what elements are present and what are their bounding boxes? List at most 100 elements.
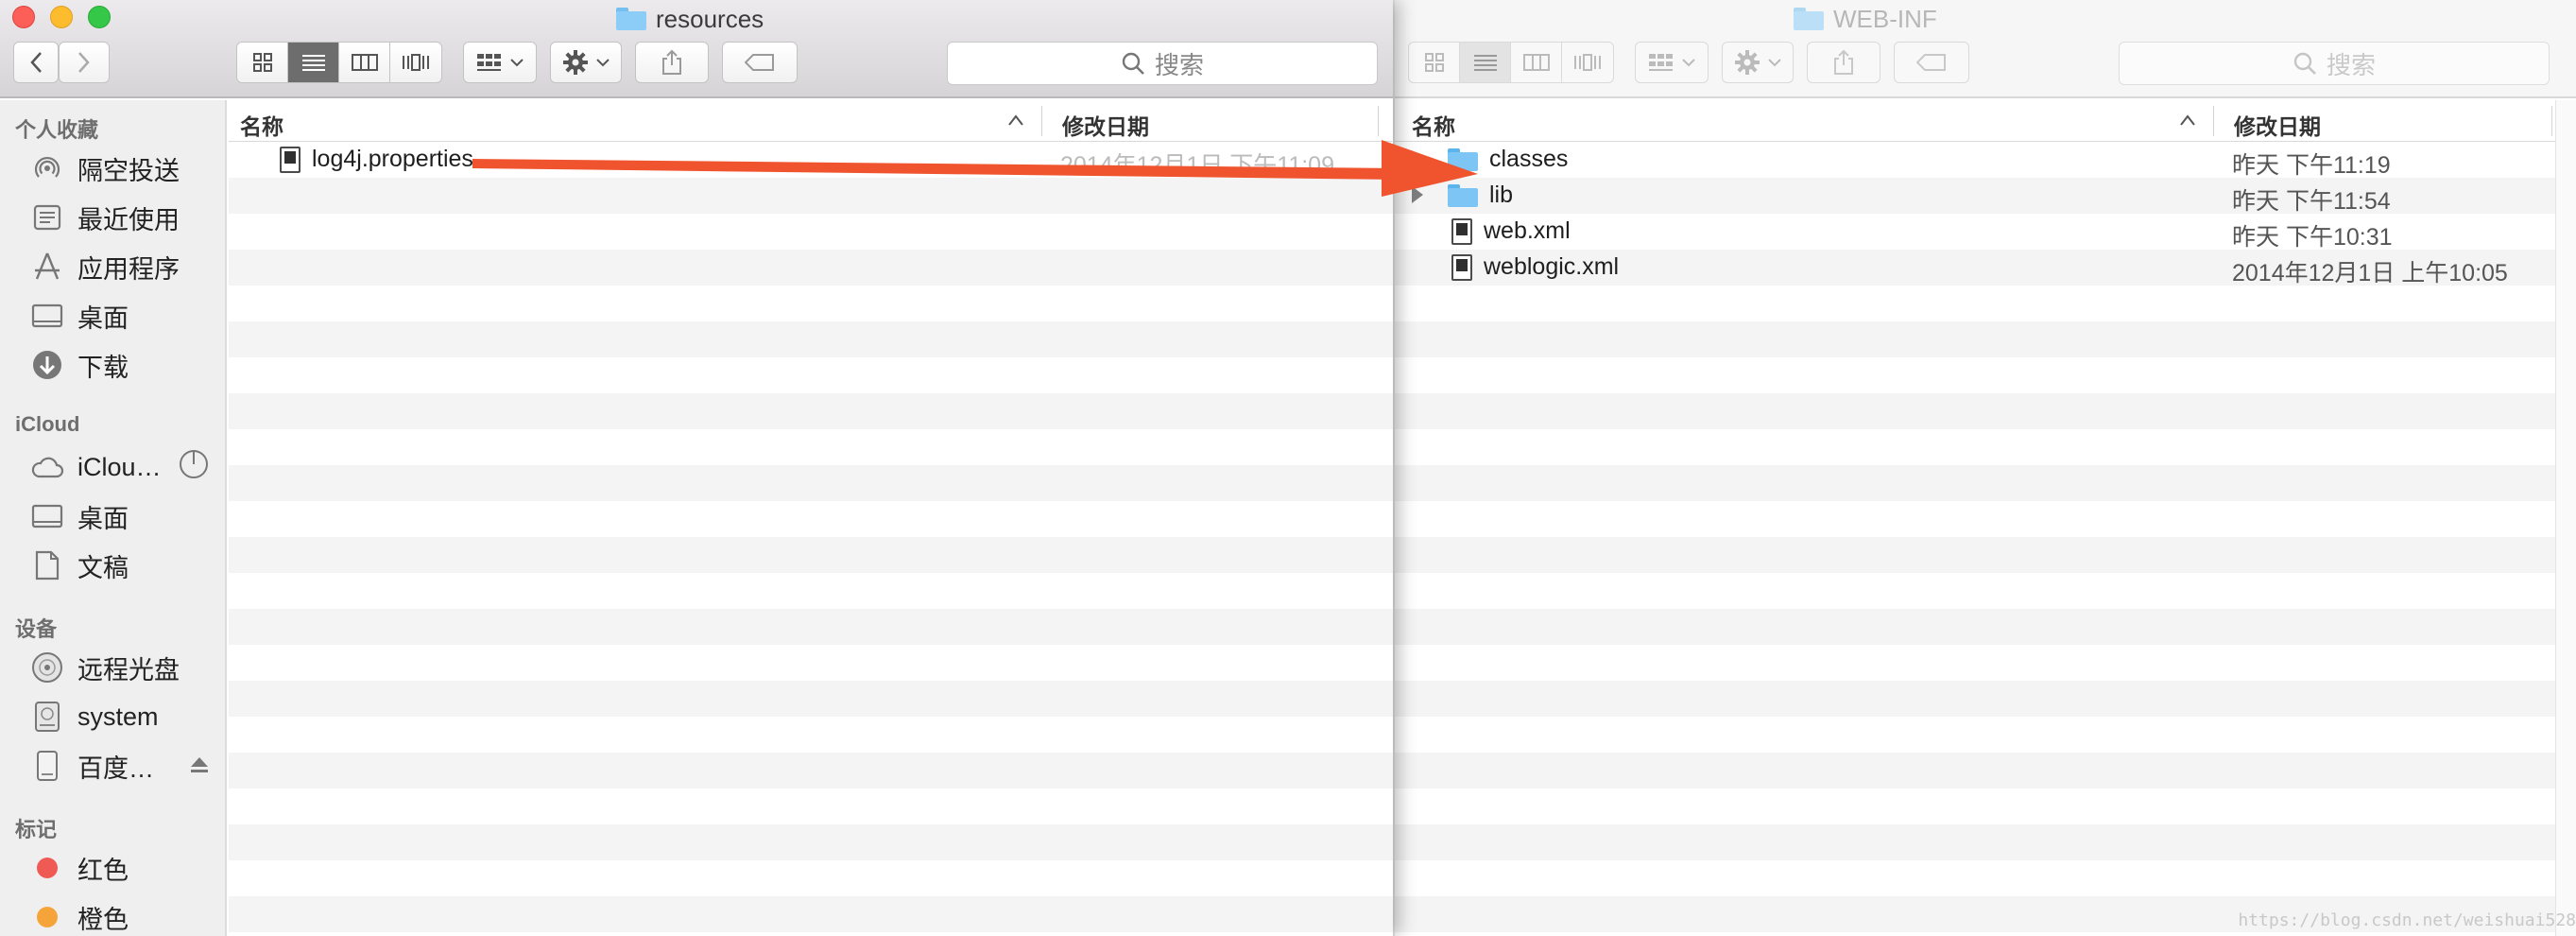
sidebar-item-recents[interactable]: 最近使用 <box>30 197 210 238</box>
sidebar-item-system[interactable]: system <box>30 696 210 737</box>
icloud-icon <box>30 450 64 484</box>
sidebar-item-airdrop[interactable]: 隔空投送 <box>30 147 210 189</box>
file-row[interactable]: weblogic.xml 2014年12月1日 上午10:05 <box>1395 250 2576 286</box>
sidebar-item-icloud-desktop[interactable]: 桌面 <box>30 495 210 537</box>
action-button[interactable] <box>1722 42 1794 83</box>
tags-button[interactable] <box>722 42 798 83</box>
file-name: lib <box>1489 182 1514 208</box>
list-view-button[interactable] <box>1460 43 1511 82</box>
file-rows: classes 昨天 下午11:19 lib 昨天 下午11:54 web.xm… <box>1395 142 2576 936</box>
gallery-view-button[interactable] <box>390 43 441 82</box>
file-row[interactable]: lib 昨天 下午11:54 <box>1395 178 2576 215</box>
sidebar-item-tag-orange[interactable]: 橙色 <box>30 896 210 936</box>
column-divider[interactable] <box>1378 106 1379 136</box>
sidebar-item-label: 最近使用 <box>77 205 180 234</box>
view-mode-segmented-control <box>236 42 442 83</box>
chevron-down-icon <box>510 59 524 67</box>
share-icon <box>662 49 681 75</box>
icon-view-button[interactable] <box>1409 43 1460 82</box>
close-window-button[interactable] <box>12 6 35 28</box>
column-header-date[interactable]: 修改日期 <box>2234 109 2321 141</box>
eject-icon[interactable] <box>189 752 210 781</box>
sidebar-item-applications[interactable]: 应用程序 <box>30 246 210 287</box>
group-by-button[interactable] <box>1635 42 1709 83</box>
document-icon <box>1451 253 1472 281</box>
sidebar-item-documents[interactable]: 文稿 <box>30 545 210 586</box>
sort-ascending-icon[interactable] <box>1007 113 1024 127</box>
file-name-cell: log4j.properties <box>280 146 473 173</box>
tag-icon <box>1916 54 1946 71</box>
sidebar-item-remote-disc[interactable]: 远程光盘 <box>30 647 210 688</box>
sidebar-item-icloud-drive[interactable]: iClou… <box>30 446 210 488</box>
sidebar-item-label: iClou… <box>77 452 162 481</box>
view-mode-segmented-control <box>1408 42 1614 83</box>
file-row[interactable]: classes 昨天 下午11:19 <box>1395 142 2576 179</box>
window-title-text: resources <box>656 4 764 33</box>
sidebar-item-tag-red[interactable]: 红色 <box>30 847 210 889</box>
sidebar-item-label: 隔空投送 <box>77 156 180 185</box>
group-icon <box>477 54 501 71</box>
column-header-date[interactable]: 修改日期 <box>1062 109 1149 141</box>
group-by-button[interactable] <box>463 42 537 83</box>
desktop-icon <box>30 499 64 533</box>
gallery-view-button[interactable] <box>1562 43 1613 82</box>
file-name: log4j.properties <box>312 146 473 172</box>
sidebar-item-label: 文稿 <box>77 553 129 582</box>
sort-ascending-icon[interactable] <box>2179 113 2196 127</box>
search-field[interactable]: 搜索 <box>947 42 1378 85</box>
back-button[interactable] <box>13 42 59 83</box>
sidebar-heading-tags: 标记 <box>15 818 58 841</box>
grid-icon <box>1424 53 1444 72</box>
file-date: 昨天 下午10:31 <box>2232 224 2393 251</box>
tag-icon <box>745 54 774 71</box>
desktop-icon <box>30 299 64 333</box>
action-button[interactable] <box>550 42 622 83</box>
recents-icon <box>30 200 64 234</box>
finder-window-resources: resources 搜索 个人收藏 隔空投送 最近使用 应用程序 桌面 下载 i… <box>0 0 1393 936</box>
icon-view-button[interactable] <box>237 43 288 82</box>
disclosure-triangle-icon[interactable] <box>1412 150 1423 167</box>
forward-button[interactable] <box>59 42 110 83</box>
column-header-name[interactable]: 名称 <box>240 109 283 141</box>
column-view-button[interactable] <box>339 43 390 82</box>
share-button[interactable] <box>635 42 709 83</box>
search-field[interactable]: 搜索 <box>2119 42 2550 85</box>
progress-icon <box>178 448 210 487</box>
gear-icon <box>563 50 588 75</box>
search-icon <box>1122 52 1144 75</box>
file-row[interactable]: log4j.properties 2014年12月1日 下午11:09 <box>229 142 1393 179</box>
chevron-down-icon <box>1768 59 1781 67</box>
disclosure-triangle-icon[interactable] <box>1412 186 1423 203</box>
column-divider[interactable] <box>1041 106 1042 136</box>
column-header-name[interactable]: 名称 <box>1412 109 1455 141</box>
minimize-window-button[interactable] <box>50 6 73 28</box>
downloads-icon <box>30 348 64 382</box>
coverflow-icon <box>403 54 429 71</box>
search-icon <box>2293 52 2316 75</box>
share-button[interactable] <box>1807 42 1880 83</box>
red-tag-dot-icon <box>30 851 64 885</box>
window-title: WEB-INF <box>1794 2 1937 36</box>
search-placeholder: 搜索 <box>1154 50 1204 79</box>
chevron-down-icon <box>596 59 610 67</box>
sidebar-heading-icloud: iCloud <box>15 412 80 436</box>
sidebar-heading-devices: 设备 <box>15 617 58 641</box>
documents-icon <box>30 548 64 582</box>
column-header: 名称 修改日期 <box>1395 100 2576 142</box>
file-row[interactable]: web.xml 昨天 下午10:31 <box>1395 214 2576 251</box>
column-divider[interactable] <box>2551 106 2552 136</box>
vertical-scrollbar[interactable] <box>2555 100 2576 936</box>
group-icon <box>1649 54 1673 71</box>
sidebar-item-baidu-drive[interactable]: 百度… <box>30 745 210 787</box>
file-name: weblogic.xml <box>1484 253 1620 280</box>
column-view-button[interactable] <box>1511 43 1562 82</box>
sidebar-item-desktop[interactable]: 桌面 <box>30 295 210 337</box>
file-name: classes <box>1489 146 1569 172</box>
sidebar-item-downloads[interactable]: 下载 <box>30 344 210 386</box>
sidebar-item-label: 百度… <box>77 754 154 783</box>
column-divider[interactable] <box>2213 106 2214 136</box>
list-view-button[interactable] <box>288 43 339 82</box>
tags-button[interactable] <box>1894 42 1969 83</box>
chevron-right-icon <box>78 52 90 73</box>
zoom-window-button[interactable] <box>88 6 111 28</box>
